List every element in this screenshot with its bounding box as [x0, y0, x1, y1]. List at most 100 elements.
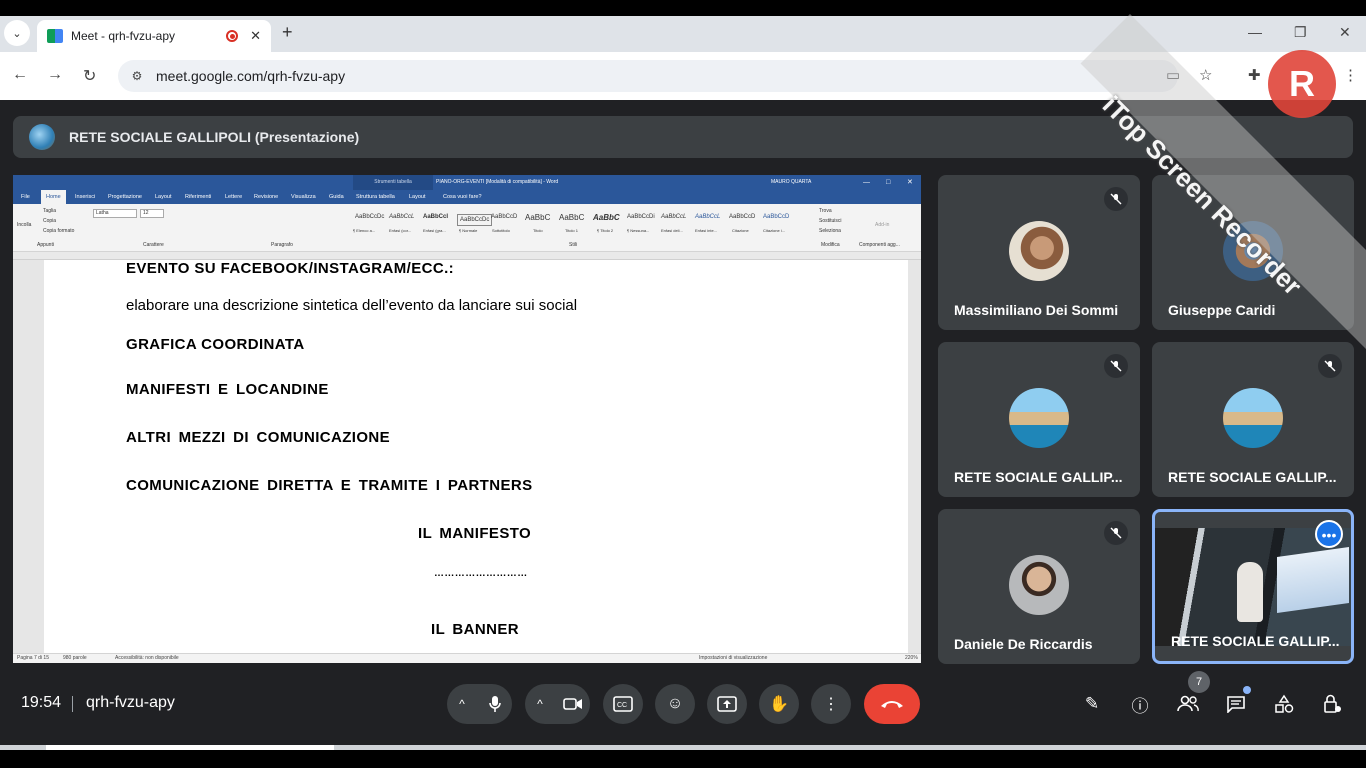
minimize-icon[interactable]: —: [1248, 24, 1262, 40]
url-text: meet.google.com/qrh-fvzu-apy: [156, 68, 346, 84]
tab-title: Meet - qrh-fvzu-apy: [71, 29, 176, 43]
ribbon-group-label: Paragrafo: [271, 242, 293, 248]
word-tab: Visualizza: [291, 194, 316, 200]
mic-icon[interactable]: [477, 695, 512, 713]
word-user-name: MAURO QUARTA: [771, 179, 812, 185]
address-bar[interactable]: ⚙ meet.google.com/qrh-fvzu-apy: [118, 60, 1178, 92]
screen: ⌄ Meet - qrh-fvzu-apy ✕ + — ❐ ✕ ← → ↻ ⚙ …: [0, 0, 1366, 768]
ribbon-group-label: Appunti: [37, 242, 54, 248]
shared-screen[interactable]: Strumenti tabella PIANO-ORG-EVENTI [Moda…: [13, 175, 921, 663]
taskbar-segment: [46, 745, 334, 750]
forward-icon[interactable]: →: [47, 66, 63, 84]
ribbon-find: Trova: [819, 208, 832, 214]
participant-name: RETE SOCIALE GALLIP...: [954, 469, 1123, 485]
style-sample: AaBbCcDi: [627, 214, 655, 220]
participant-name: Giuseppe Caridi: [1168, 302, 1276, 318]
back-icon[interactable]: ←: [12, 66, 28, 84]
tab-search-button[interactable]: ⌄: [4, 20, 30, 46]
doc-line: ALTRI MEZZI DI COMUNICAZIONE: [126, 429, 391, 446]
participant-name: Daniele De Riccardis: [954, 636, 1093, 652]
more-icon[interactable]: ⋮: [811, 684, 851, 724]
site-info-icon[interactable]: ⚙: [128, 67, 146, 85]
camera-options-chevron-icon[interactable]: ^: [525, 697, 555, 711]
mic-control[interactable]: ^: [447, 684, 512, 724]
style-name: ¶ Elenco a...: [353, 228, 376, 233]
participant-tile[interactable]: Massimiliano Dei Sommi: [938, 175, 1140, 330]
bookmark-star-icon[interactable]: ☆: [1199, 66, 1212, 84]
camera-icon[interactable]: [555, 697, 590, 711]
browser-tab[interactable]: Meet - qrh-fvzu-apy ✕: [37, 20, 271, 52]
end-call-icon[interactable]: [864, 684, 920, 724]
word-tab: File: [21, 194, 30, 200]
activities-icon[interactable]: [1272, 692, 1296, 716]
info-icon[interactable]: ⓘ: [1128, 692, 1152, 716]
presenter-avatar: [29, 124, 55, 150]
new-tab-button[interactable]: +: [282, 22, 293, 43]
maximize-icon[interactable]: ❐: [1294, 24, 1307, 41]
taskbar-strip: [0, 745, 1366, 768]
ribbon-group-label: Stili: [569, 242, 578, 248]
participant-tile[interactable]: RETE SOCIALE GALLIP...: [938, 342, 1140, 497]
ribbon-group-label: Componenti agg...: [859, 242, 900, 248]
people-icon[interactable]: [1176, 692, 1200, 716]
word-doc-title: PIANO-ORG-EVENTI [Modalità di compatibil…: [436, 179, 559, 185]
video-person: [1237, 562, 1263, 622]
doc-line: ………………………: [434, 568, 528, 579]
style-sample: AaBbCcL: [695, 214, 721, 220]
word-tab: Lettere: [225, 194, 243, 200]
word-page: EVENTO SU FACEBOOK/INSTAGRAM/ECC.: elabo…: [44, 260, 908, 653]
style-sample: AaBbCcD: [729, 214, 756, 220]
ribbon-group-label: Carattere: [143, 242, 164, 248]
word-tell-me: Cosa vuoi fare?: [443, 194, 482, 200]
word-titlebar: Strumenti tabella PIANO-ORG-EVENTI [Moda…: [13, 175, 921, 190]
present-icon[interactable]: [707, 684, 747, 724]
close-tab-icon[interactable]: ✕: [250, 28, 261, 44]
chat-icon[interactable]: [1224, 692, 1248, 716]
status-page: Pagina 7 di 15: [17, 655, 49, 661]
participant-tile-self[interactable]: ••• RETE SOCIALE GALLIP...: [1152, 509, 1354, 664]
doc-line: COMUNICAZIONE DIRETTA E TRAMITE I PARTNE…: [126, 477, 533, 494]
word-document-area: EVENTO SU FACEBOOK/INSTAGRAM/ECC.: elabo…: [13, 260, 921, 653]
participant-tile[interactable]: Daniele De Riccardis: [938, 509, 1140, 664]
camera-control[interactable]: ^: [525, 684, 590, 724]
style-name: Citazione: [732, 228, 749, 233]
word-tab-active: Home: [41, 190, 66, 204]
word-ribbon: Incolla Taglia Copia Copia formato Latha…: [13, 204, 921, 252]
word-tab: Revisione: [254, 194, 279, 200]
emoji-icon[interactable]: ☺: [655, 684, 695, 724]
ribbon-paste: Incolla: [17, 222, 32, 228]
host-controls-icon[interactable]: [1320, 692, 1344, 716]
browser-menu-icon[interactable]: ⋮: [1343, 66, 1358, 84]
video-projection-screen: [1277, 546, 1349, 614]
meet-stage: RETE SOCIALE GALLIPOLI (Presentazione) S…: [0, 100, 1366, 745]
style-sample: AaBbCcD: [491, 214, 518, 220]
close-window-icon[interactable]: ✕: [1339, 24, 1351, 41]
reload-icon[interactable]: ↻: [83, 66, 96, 86]
raise-hand-icon[interactable]: ✋: [759, 684, 799, 724]
style-name: Sottotitolo: [492, 228, 510, 233]
style-sample-selected: AaBbCcDc: [457, 214, 493, 226]
no-edit-icon[interactable]: ✎: [1080, 692, 1104, 716]
doc-line: elaborare una descrizione sintetica dell…: [126, 297, 578, 314]
participant-count-badge: 7: [1188, 671, 1210, 693]
word-restore-icon: □: [886, 179, 891, 186]
style-sample: AaBbCcDc: [355, 214, 385, 220]
word-tab: Riferimenti: [185, 194, 212, 200]
ribbon-addins: Add-in: [875, 222, 890, 228]
more-options-icon[interactable]: •••: [1315, 520, 1343, 548]
participant-name: Massimiliano Dei Sommi: [954, 302, 1119, 318]
style-sample: AaBbCcI: [423, 214, 449, 220]
style-name: ¶ Titolo 2: [597, 228, 614, 233]
extensions-icon[interactable]: ✚: [1248, 66, 1261, 84]
style-name: Enfasi (gra...: [423, 228, 446, 233]
style-sample: AaBbC: [559, 213, 585, 222]
participant-tile[interactable]: RETE SOCIALE GALLIP...: [1152, 342, 1354, 497]
doc-line: EVENTO SU FACEBOOK/INSTAGRAM/ECC.:: [126, 260, 455, 277]
style-name: Enfasi deli...: [661, 228, 683, 233]
participant-avatar: [1009, 388, 1069, 448]
doc-line: GRAFICA COORDINATA: [126, 336, 305, 353]
mic-options-chevron-icon[interactable]: ^: [447, 697, 477, 711]
style-sample: AaBbCcL: [661, 214, 687, 220]
word-tab: Layout: [155, 194, 172, 200]
captions-icon[interactable]: CC: [603, 684, 643, 724]
